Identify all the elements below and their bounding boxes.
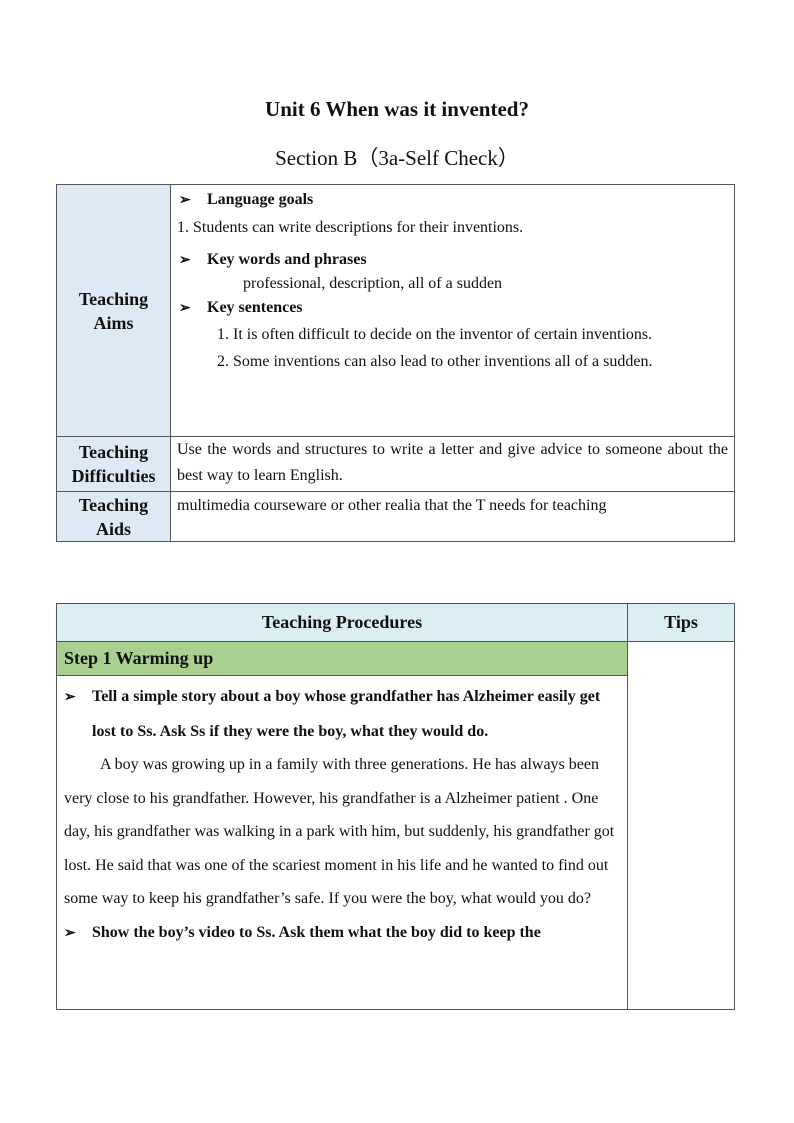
tips-cell <box>627 641 735 1010</box>
instruction-text: Show the boy’s video to Ss. Ask them wha… <box>92 923 541 941</box>
arrow-bullet-icon: ➢ <box>64 925 76 941</box>
key-words-text: professional, description, all of a sudd… <box>243 275 503 292</box>
heading-text: Key words and phrases <box>207 251 367 268</box>
key-sentences-list: 1. It is often difficult to decide on th… <box>177 321 728 375</box>
language-goals-heading: ➢ Language goals <box>177 187 728 213</box>
label-line: Teaching <box>78 442 149 462</box>
label-line: Aims <box>93 312 134 333</box>
teaching-aids-text: multimedia courseware or other realia th… <box>170 491 735 542</box>
step1-body: ➢ Tell a simple story about a boy whose g… <box>56 675 628 1010</box>
label-line: Aids <box>95 518 131 539</box>
arrow-bullet-icon: ➢ <box>179 253 191 268</box>
heading-text: Language goals <box>207 191 314 208</box>
step1-row: Step 1 Warming up <box>56 641 735 1010</box>
procedures-header-row: Teaching Procedures Tips <box>56 603 735 642</box>
teaching-aims-table: Teaching Aims ➢ Language goals 1. Student… <box>56 184 735 542</box>
step1-story: A boy was growing up in a family with th… <box>64 756 615 907</box>
header-teaching-procedures: Teaching Procedures <box>56 603 628 642</box>
key-sentences-heading: ➢ Key sentences <box>177 295 728 321</box>
label-line: Teaching <box>78 494 149 515</box>
label-teaching-aims: Teaching Aims <box>56 184 171 437</box>
row-teaching-difficulties: Teaching Difficulties Use the words and … <box>56 436 735 492</box>
document-title: Unit 6 When was it invented? <box>265 97 529 121</box>
step1-instruction: ➢ Show the boy’s video to Ss. Ask them wh… <box>64 916 620 951</box>
arrow-bullet-icon: ➢ <box>64 690 76 705</box>
language-goals-text: 1. Students can write descriptions for t… <box>177 219 524 236</box>
header-tips: Tips <box>627 603 735 642</box>
row-teaching-aids: Teaching Aids multimedia courseware or o… <box>56 491 735 542</box>
label-teaching-difficulties: Teaching Difficulties <box>56 436 171 492</box>
instruction-text: Tell a simple story about a boy whose gr… <box>92 688 601 740</box>
row-teaching-aims: Teaching Aims ➢ Language goals 1. Student… <box>56 184 735 437</box>
step1-instruction: ➢ Tell a simple story about a boy whose g… <box>64 680 620 748</box>
arrow-bullet-icon: ➢ <box>179 193 191 208</box>
teaching-difficulties-text: Use the words and structures to write a … <box>170 436 735 492</box>
key-words-heading: ➢ Key words and phrases <box>177 247 728 273</box>
key-sentence: 1. It is often difficult to decide on th… <box>217 326 653 343</box>
document-subtitle: Section B（3a-Self Check） <box>275 146 519 170</box>
step1-title: Step 1 Warming up <box>56 641 628 676</box>
teaching-aims-content: ➢ Language goals 1. Students can write de… <box>170 184 735 437</box>
key-sentence: 2. Some inventions can also lead to othe… <box>217 353 653 370</box>
teaching-procedures-table: Teaching Procedures Tips Step 1 Warming … <box>56 603 735 1010</box>
label-teaching-aids: Teaching Aids <box>56 491 171 542</box>
label-line: Teaching <box>78 288 149 309</box>
arrow-bullet-icon: ➢ <box>179 301 191 316</box>
heading-text: Key sentences <box>207 299 303 316</box>
label-line: Difficulties <box>71 466 156 486</box>
